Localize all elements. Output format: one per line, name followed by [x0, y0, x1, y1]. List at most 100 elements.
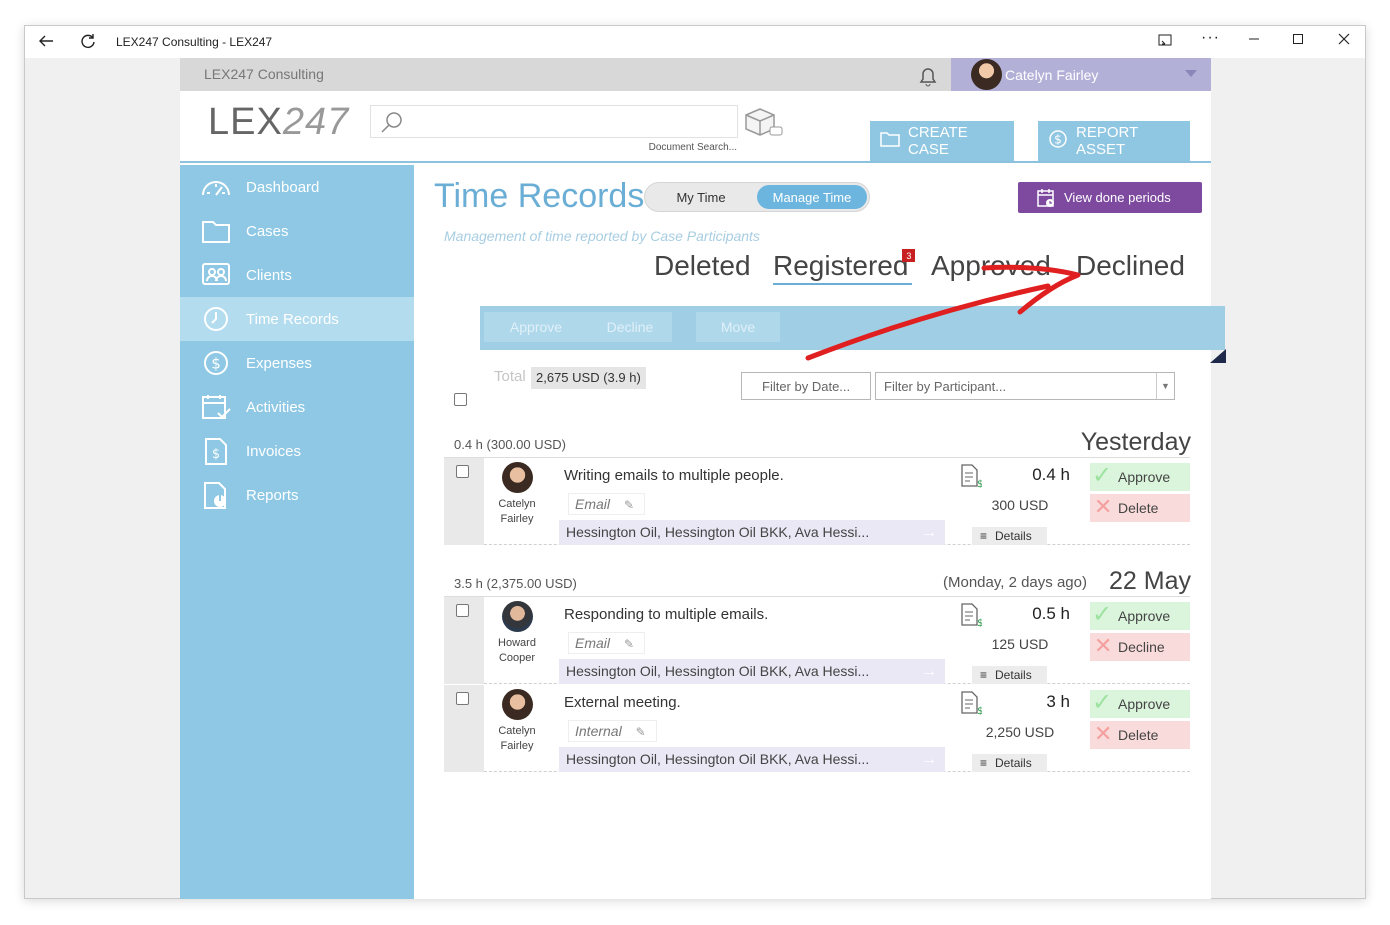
logo-thin: 247 — [282, 101, 350, 143]
sidebar-item-label: Dashboard — [246, 178, 320, 196]
filter-participant-select[interactable]: Filter by Participant... ▼ — [875, 372, 1175, 400]
details-label: Details — [995, 529, 1032, 543]
check-icon: ✓ — [1092, 689, 1113, 716]
create-case-button[interactable]: CREATE CASE — [870, 121, 1014, 161]
sidebar-item-dashboard[interactable]: Dashboard — [180, 165, 414, 209]
search-input[interactable]: Document Search... — [370, 105, 738, 153]
tab-deleted[interactable]: Deleted — [654, 250, 751, 282]
activity-tag[interactable]: Internal ✎ — [568, 720, 657, 742]
participant-first-name: Catelyn — [498, 725, 536, 737]
sidebar-item-invoices[interactable]: $ Invoices — [180, 429, 414, 473]
total-label: Total — [494, 368, 526, 385]
sidebar-item-reports[interactable]: Reports — [180, 473, 414, 517]
group-summary: 0.4 h (300.00 USD) — [454, 437, 567, 452]
back-icon[interactable] — [37, 32, 55, 55]
view-done-periods-button[interactable]: View done periods — [1018, 182, 1202, 213]
approve-button[interactable]: ✓ Approve — [1090, 601, 1190, 630]
sidebar-item-activities[interactable]: Activities — [180, 385, 414, 429]
x-icon: ✕ — [1094, 721, 1113, 746]
avatar — [501, 462, 533, 493]
approve-button[interactable]: ✓ Approve — [1090, 462, 1190, 491]
approve-label: Approve — [1118, 469, 1171, 485]
document-dollar-icon[interactable]: $ — [960, 691, 983, 720]
approve-button[interactable]: ✓ Approve — [1090, 689, 1190, 718]
document-dollar-icon[interactable]: $ — [960, 464, 983, 493]
top-bar: LEX247 Consulting Catelyn Fairley — [180, 58, 1211, 91]
refresh-icon[interactable] — [79, 32, 97, 55]
tab-declined[interactable]: Declined — [1076, 250, 1185, 282]
sidebar-item-clients[interactable]: Clients — [180, 253, 414, 297]
sidebar-item-cases[interactable]: Cases — [180, 209, 414, 253]
dollar-circle-icon: $ — [1048, 129, 1068, 153]
approve-selected-button[interactable]: Approve — [484, 312, 588, 342]
case-link[interactable]: Hessington Oil, Hessington Oil BKK, Ava … — [559, 747, 945, 772]
arrow-right-icon: → — [921, 751, 937, 768]
participant-last-name: Cooper — [498, 652, 536, 664]
select-all-checkbox[interactable] — [454, 393, 467, 406]
details-button[interactable]: ≡ Details — [972, 527, 1047, 545]
entry-description: External meeting. — [564, 694, 681, 711]
chevron-down-icon: ▼ — [1156, 373, 1174, 399]
report-chart-icon — [204, 482, 226, 509]
sidebar-item-time-records[interactable]: Time Records — [180, 297, 414, 341]
check-icon: ✓ — [1092, 462, 1113, 489]
entry-checkbox[interactable] — [456, 692, 469, 705]
delete-button[interactable]: ✕ Delete — [1090, 494, 1190, 522]
maximize-icon[interactable] — [1291, 32, 1305, 51]
arrow-right-icon: → — [921, 524, 937, 541]
sidebar-item-label: Cases — [246, 222, 289, 240]
more-icon[interactable]: ··· — [1201, 29, 1220, 47]
case-link[interactable]: Hessington Oil, Hessington Oil BKK, Ava … — [559, 520, 945, 545]
sidebar-item-expenses[interactable]: $ Expenses — [180, 341, 414, 385]
minimize-icon[interactable] — [1247, 32, 1261, 51]
participant-last-name: Fairley — [500, 513, 534, 525]
pencil-icon[interactable]: ✎ — [636, 722, 646, 742]
filter-participant-label: Filter by Participant... — [884, 378, 1007, 394]
move-selected-button[interactable]: Move — [696, 312, 780, 342]
sidebar-item-label: Reports — [246, 486, 299, 504]
close-icon[interactable] — [1337, 32, 1351, 51]
package-icon[interactable] — [742, 105, 784, 144]
chevron-down-icon — [1185, 70, 1197, 77]
check-icon: ✓ — [1092, 601, 1113, 628]
tab-registered[interactable]: Registered 3 — [773, 249, 916, 285]
pencil-icon[interactable]: ✎ — [624, 634, 634, 654]
decline-button[interactable]: ✕ Decline — [1090, 633, 1190, 661]
entry-description: Responding to multiple emails. — [564, 606, 769, 623]
pencil-icon[interactable]: ✎ — [624, 495, 634, 515]
delete-button[interactable]: ✕ Delete — [1090, 721, 1190, 749]
sidebar-item-label: Time Records — [246, 310, 339, 328]
arrow-right-icon: → — [921, 663, 937, 680]
manage-time-option[interactable]: Manage Time — [757, 185, 867, 209]
filter-date-input[interactable]: Filter by Date... — [741, 372, 871, 400]
report-asset-button[interactable]: $ REPORT ASSET — [1038, 121, 1190, 161]
bell-icon[interactable] — [915, 63, 941, 94]
entry-amount: 300 USD — [991, 497, 1049, 513]
details-button[interactable]: ≡ Details — [972, 754, 1047, 772]
invoice-icon: $ — [205, 438, 227, 465]
participant-first-name: Howard — [498, 637, 536, 649]
svg-text:$: $ — [211, 355, 221, 373]
group-date: 22 May — [1109, 567, 1191, 595]
sidebar: Dashboard Cases Clients Time Records $ E… — [180, 165, 414, 899]
corner-fold — [1210, 349, 1226, 363]
svg-text:$: $ — [1054, 133, 1062, 147]
participant-last-name: Fairley — [500, 740, 534, 752]
activity-tag[interactable]: Email ✎ — [568, 632, 646, 654]
document-dollar-icon[interactable]: $ — [960, 603, 983, 632]
entry-checkbox[interactable] — [456, 465, 469, 478]
entry-hours: 3 h — [1046, 692, 1070, 711]
entry-gutter — [444, 458, 484, 545]
user-menu[interactable]: Catelyn Fairley — [951, 58, 1211, 91]
case-link[interactable]: Hessington Oil, Hessington Oil BKK, Ava … — [559, 659, 945, 684]
my-time-option[interactable]: My Time — [647, 185, 755, 209]
details-button[interactable]: ≡ Details — [972, 666, 1047, 684]
avatar — [971, 59, 1002, 90]
entry-checkbox[interactable] — [456, 604, 469, 617]
cast-icon[interactable] — [1157, 32, 1173, 53]
activity-tag[interactable]: Email ✎ — [568, 493, 646, 515]
participant: Catelyn Fairley — [487, 689, 547, 754]
tab-approved[interactable]: Approved — [931, 250, 1051, 282]
decline-selected-button[interactable]: Decline — [588, 312, 672, 342]
title-bar: LEX247 Consulting - LEX247 ··· — [25, 26, 1365, 58]
